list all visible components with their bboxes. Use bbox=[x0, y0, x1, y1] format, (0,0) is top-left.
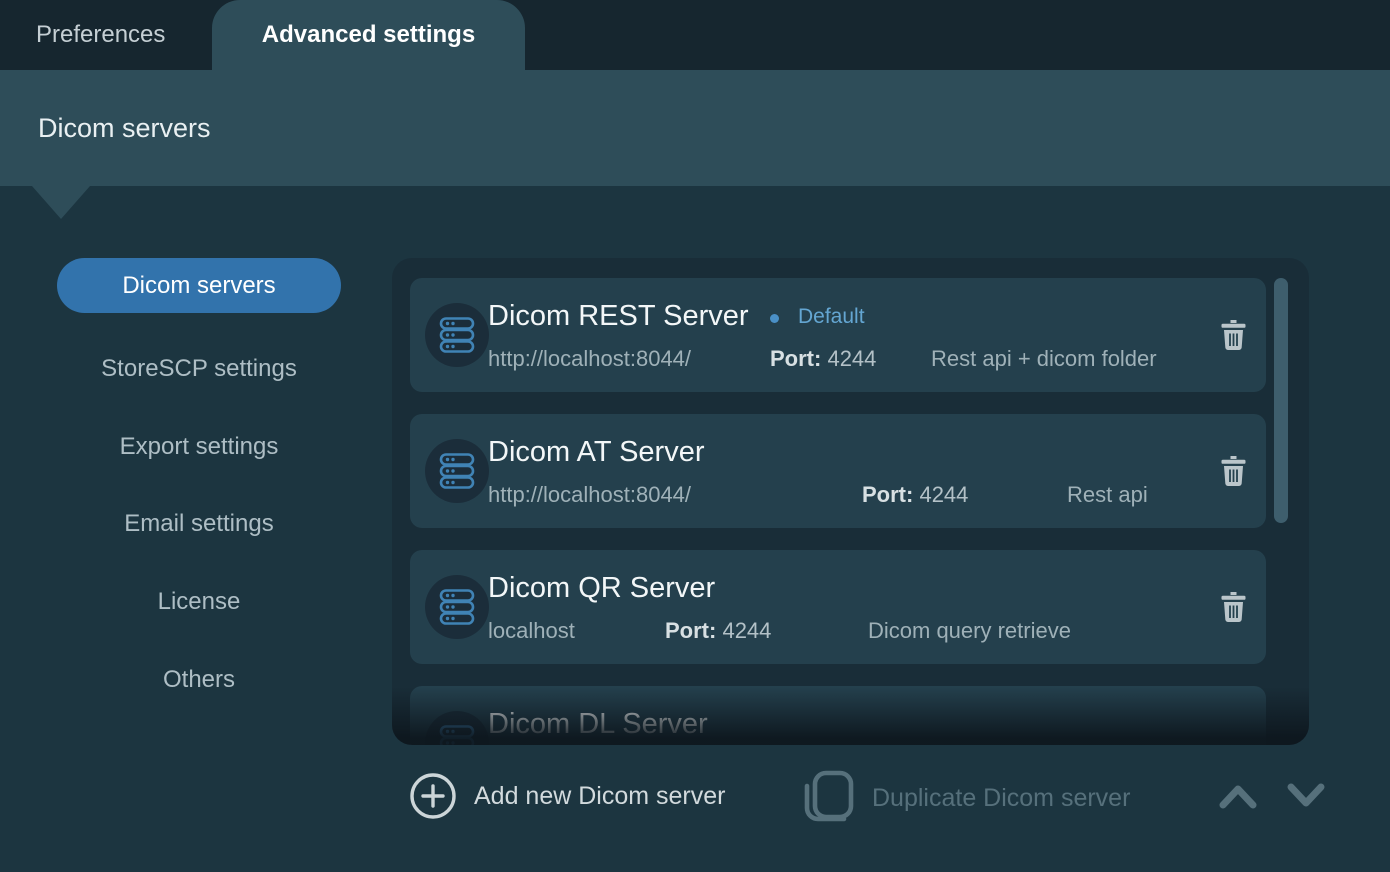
trash-icon bbox=[1221, 592, 1246, 622]
scrollbar-thumb[interactable] bbox=[1274, 278, 1288, 523]
sidebar-item-others[interactable]: Others bbox=[57, 652, 341, 707]
delete-server-button[interactable] bbox=[1218, 592, 1248, 624]
server-address: localhost bbox=[488, 618, 575, 644]
duplicate-server-label: Duplicate Dicom server bbox=[872, 784, 1130, 813]
default-badge: Default bbox=[798, 305, 865, 329]
server-address: http://localhost:8044/ bbox=[488, 482, 691, 508]
duplicate-server-button[interactable]: Duplicate Dicom server bbox=[800, 770, 1130, 826]
server-row-dicom-rest[interactable]: Dicom REST Server Default http://localho… bbox=[410, 278, 1266, 392]
delete-server-button[interactable] bbox=[1218, 320, 1248, 352]
move-server-down-button[interactable] bbox=[1286, 782, 1326, 813]
tab-bar: Preferences Advanced settings bbox=[0, 0, 1390, 70]
server-name: Dicom QR Server bbox=[488, 572, 715, 605]
plus-circle-icon bbox=[409, 772, 457, 820]
default-dot-icon bbox=[770, 314, 779, 323]
server-description: Dicom query retrieve bbox=[868, 618, 1071, 644]
add-server-button[interactable]: Add new Dicom server bbox=[409, 772, 725, 820]
sidebar-item-license[interactable]: License bbox=[57, 574, 341, 629]
server-actions-bar: Add new Dicom server Duplicate Dicom ser… bbox=[0, 770, 1390, 826]
tab-preferences[interactable]: Preferences bbox=[0, 0, 212, 70]
sidebar-item-email-settings[interactable]: Email settings bbox=[57, 496, 341, 551]
sidebar-item-storescp-settings[interactable]: StoreSCP settings bbox=[57, 341, 341, 396]
server-row-dicom-at[interactable]: Dicom AT Server http://localhost:8044/ P… bbox=[410, 414, 1266, 528]
delete-server-button[interactable] bbox=[1218, 456, 1248, 488]
server-stack-icon bbox=[438, 588, 476, 626]
sidebar-item-export-settings[interactable]: Export settings bbox=[57, 419, 341, 474]
section-header: Dicom servers bbox=[0, 70, 1390, 186]
server-port: Port: 4244 bbox=[862, 482, 968, 508]
move-server-up-button[interactable] bbox=[1218, 782, 1258, 813]
server-port: Port: 4244 bbox=[770, 346, 876, 372]
server-avatar bbox=[425, 303, 489, 367]
chevron-up-icon bbox=[1218, 782, 1258, 810]
server-avatar bbox=[425, 711, 489, 745]
server-name: Dicom AT Server bbox=[488, 436, 704, 469]
server-avatar bbox=[425, 575, 489, 639]
server-address: http://localhost:8044/ bbox=[488, 346, 691, 372]
server-row-dicom-qr[interactable]: Dicom QR Server localhost Port: 4244 Dic… bbox=[410, 550, 1266, 664]
trash-icon bbox=[1221, 456, 1246, 486]
server-stack-icon bbox=[438, 724, 476, 745]
sidebar-item-dicom-servers[interactable]: Dicom servers bbox=[57, 258, 341, 313]
advanced-settings-window: Preferences Advanced settings Dicom serv… bbox=[0, 0, 1390, 872]
server-name: Dicom REST Server bbox=[488, 300, 749, 333]
chevron-down-icon bbox=[1286, 782, 1326, 810]
page-title: Dicom servers bbox=[38, 70, 211, 186]
server-list-panel: Dicom REST Server Default http://localho… bbox=[392, 258, 1309, 745]
server-stack-icon bbox=[438, 452, 476, 490]
server-description: Rest api bbox=[1067, 482, 1148, 508]
server-description: Rest api + dicom folder bbox=[931, 346, 1157, 372]
trash-icon bbox=[1221, 320, 1246, 350]
server-avatar bbox=[425, 439, 489, 503]
server-port: Port: 4244 bbox=[665, 618, 771, 644]
server-stack-icon bbox=[438, 316, 476, 354]
server-name: Dicom DL Server bbox=[488, 708, 708, 741]
copy-icon bbox=[800, 770, 854, 826]
tab-advanced-settings[interactable]: Advanced settings bbox=[212, 0, 525, 70]
add-server-label: Add new Dicom server bbox=[474, 782, 725, 811]
server-row-dicom-dl[interactable]: Dicom DL Server bbox=[410, 686, 1266, 745]
